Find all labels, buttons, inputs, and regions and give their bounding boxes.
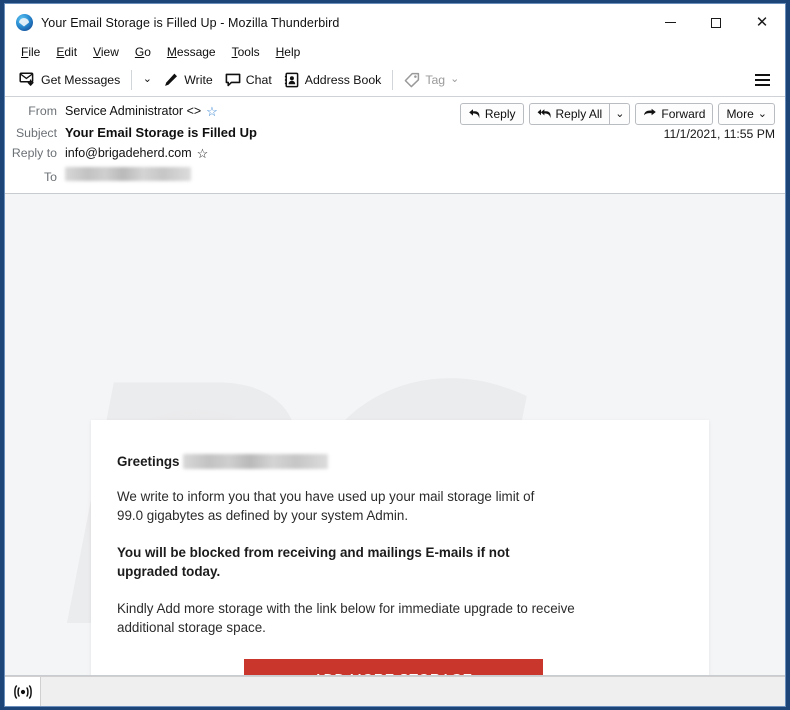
toolbar-separator-2	[392, 69, 394, 90]
hamburger-menu-icon	[754, 78, 770, 81]
from-value-wrap: Service Administrator <> ☆	[65, 104, 218, 118]
email-content-card: Greetings We write to inform you that yo…	[91, 420, 709, 675]
reply-label: Reply	[484, 107, 516, 121]
address-book-icon	[284, 72, 300, 88]
more-label: More	[726, 107, 754, 121]
thunderbird-window: Your Email Storage is Filled Up - Mozill…	[4, 3, 786, 707]
from-value[interactable]: Service Administrator <>	[65, 104, 201, 118]
window-controls: ✕	[647, 4, 785, 41]
write-button[interactable]: Write	[157, 67, 218, 93]
message-date: 11/1/2021, 11:55 PM	[663, 127, 775, 141]
reply-all-dropdown[interactable]: ⌄	[609, 103, 631, 125]
forward-label: Forward	[661, 107, 706, 121]
title-bar: Your Email Storage is Filled Up - Mozill…	[5, 4, 785, 41]
maximize-button[interactable]	[693, 4, 739, 41]
forward-arrow-icon	[643, 108, 657, 120]
reply-to-value-wrap: info@brigadeherd.com ☆	[65, 146, 208, 160]
download-mail-icon	[19, 71, 36, 88]
to-value-redacted	[65, 167, 191, 181]
minimize-button[interactable]	[647, 4, 693, 41]
pencil-icon	[163, 72, 179, 88]
address-book-label: Address Book	[304, 72, 382, 87]
window-title: Your Email Storage is Filled Up - Mozill…	[41, 15, 340, 30]
reply-arrow-icon	[468, 108, 481, 120]
hamburger-menu-icon	[754, 73, 770, 76]
hamburger-menu-icon	[754, 83, 770, 86]
reply-all-arrow-icon	[537, 108, 552, 120]
subject-label: Subject	[15, 126, 57, 140]
more-button[interactable]: More ⌄	[718, 103, 775, 125]
email-cta-wrapper: ADD MORE STORAGE	[117, 659, 675, 675]
chat-bubble-icon	[225, 72, 241, 88]
tag-label: Tag	[425, 72, 446, 87]
menu-view[interactable]: View	[85, 43, 127, 61]
message-actions-toolbar: Reply Reply All ⌄ Forward More ⌄	[459, 103, 775, 125]
tag-icon	[404, 72, 420, 88]
reply-all-label: Reply All	[555, 107, 603, 121]
menu-bar: File Edit View Go Message Tools Help	[5, 41, 785, 63]
get-messages-label: Get Messages	[41, 72, 121, 87]
add-more-storage-button[interactable]: ADD MORE STORAGE	[243, 659, 543, 675]
get-messages-dropdown[interactable]: ⌄	[137, 67, 157, 93]
reply-to-row: Reply to info@brigadeherd.com ☆	[5, 145, 775, 166]
reply-to-value[interactable]: info@brigadeherd.com	[65, 146, 192, 160]
close-button[interactable]: ✕	[739, 4, 785, 41]
email-greeting-label: Greetings	[117, 454, 180, 469]
forward-button[interactable]: Forward	[635, 103, 714, 125]
chat-button[interactable]: Chat	[219, 67, 278, 93]
toolbar-separator-1	[131, 69, 133, 90]
star-outline-icon[interactable]: ☆	[197, 147, 209, 160]
menu-message[interactable]: Message	[159, 43, 224, 61]
menu-edit[interactable]: Edit	[48, 43, 85, 61]
email-paragraph-1: We write to inform you that you have use…	[117, 489, 535, 523]
to-row: To	[5, 166, 775, 187]
to-label: To	[44, 170, 57, 184]
subject-row: Subject Your Email Storage is Filled Up	[5, 124, 775, 145]
minimize-icon	[664, 22, 676, 23]
address-book-button[interactable]: Address Book	[278, 67, 388, 93]
maximize-icon	[711, 17, 721, 28]
to-value-wrap	[65, 167, 191, 181]
menu-go[interactable]: Go	[127, 43, 159, 61]
menu-tools[interactable]: Tools	[224, 43, 268, 61]
from-label: From	[28, 104, 57, 118]
chevron-down-icon: ⌄	[142, 73, 152, 85]
reply-button[interactable]: Reply	[459, 103, 524, 125]
menu-help[interactable]: Help	[268, 43, 309, 61]
close-icon: ✕	[755, 14, 769, 31]
star-outline-icon[interactable]: ☆	[206, 105, 218, 118]
reply-to-label: Reply to	[11, 146, 57, 160]
message-header-pane: From Service Administrator <> ☆ Subject …	[5, 97, 785, 194]
chevron-down-icon: ⌄	[615, 107, 625, 120]
thunderbird-logo-icon	[16, 14, 33, 31]
reply-all-button[interactable]: Reply All	[528, 103, 610, 125]
chat-label: Chat	[245, 72, 272, 87]
online-broadcast-icon	[13, 684, 33, 699]
menu-file[interactable]: File	[13, 43, 48, 61]
message-body-pane: PC risk.com Greetings We write to inform…	[5, 194, 785, 676]
main-toolbar: Get Messages ⌄ Write Chat Address Book T…	[5, 63, 785, 97]
reply-all-split-button: Reply All ⌄	[528, 103, 631, 125]
email-greeting-redacted	[182, 454, 328, 469]
email-greeting-row: Greetings	[117, 454, 675, 469]
subject-value: Your Email Storage is Filled Up	[65, 125, 257, 140]
online-status-button[interactable]	[5, 676, 41, 706]
email-paragraph-2: You will be blocked from receiving and m…	[117, 545, 510, 579]
app-menu-button[interactable]	[749, 67, 775, 93]
tag-button[interactable]: Tag ⌄	[398, 67, 465, 93]
status-bar	[5, 676, 785, 706]
chevron-down-icon: ⌄	[757, 107, 767, 120]
chevron-down-icon: ⌄	[450, 73, 460, 85]
write-label: Write	[184, 72, 213, 87]
get-messages-button[interactable]: Get Messages	[13, 67, 126, 93]
email-paragraph-3: Kindly Add more storage with the link be…	[117, 601, 575, 635]
